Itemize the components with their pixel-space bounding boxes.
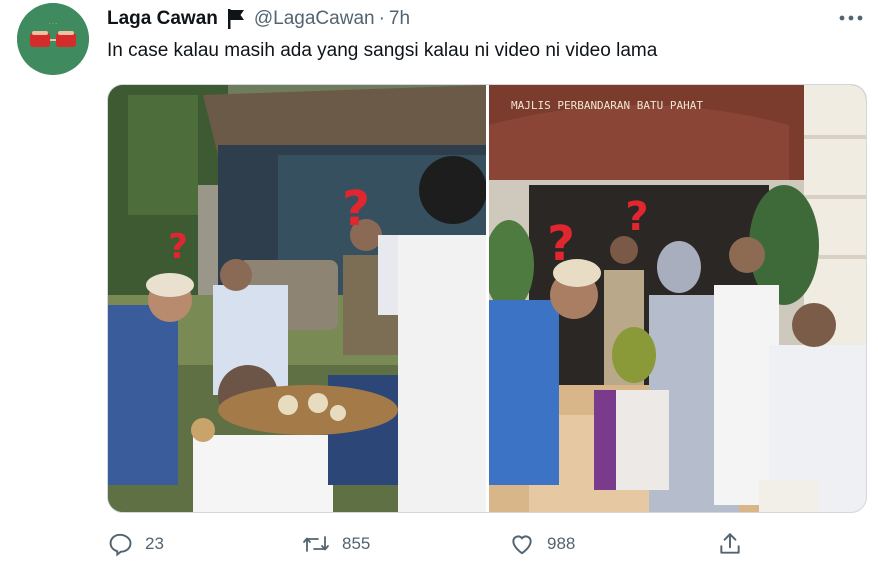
display-name[interactable]: Laga Cawan bbox=[107, 8, 218, 30]
like-button[interactable]: 988 bbox=[509, 528, 575, 560]
heart-icon bbox=[509, 531, 535, 557]
tweet-header: Laga Cawan @LagaCawan · 7h bbox=[107, 6, 864, 32]
tweet-media[interactable]: ? ? MAJLIS PERBANDARAN BATU PAHAT ? ? bbox=[107, 84, 867, 513]
user-handle[interactable]: @LagaCawan bbox=[254, 8, 375, 30]
timestamp[interactable]: 7h bbox=[389, 8, 410, 30]
like-count: 988 bbox=[547, 534, 576, 553]
more-options-icon[interactable] bbox=[838, 8, 864, 28]
svg-text:?: ? bbox=[625, 194, 648, 240]
photo-right[interactable]: MAJLIS PERBANDARAN BATU PAHAT ? ? bbox=[488, 85, 867, 512]
reply-button[interactable]: 23 bbox=[107, 528, 164, 560]
share-button[interactable] bbox=[717, 528, 743, 560]
retweet-icon bbox=[302, 531, 330, 557]
separator-dot: · bbox=[378, 8, 385, 29]
flag-icon bbox=[226, 8, 246, 30]
tweet-text: In case kalau masih ada yang sangsi kala… bbox=[107, 40, 658, 61]
reply-icon bbox=[107, 531, 133, 557]
svg-text:· · ·: · · · bbox=[49, 21, 57, 27]
avatar[interactable]: · · · bbox=[17, 3, 89, 75]
retweet-button[interactable]: 855 bbox=[302, 528, 370, 560]
share-icon bbox=[717, 531, 743, 557]
svg-text:?: ? bbox=[342, 181, 370, 237]
svg-text:?: ? bbox=[547, 216, 575, 272]
photo-left[interactable]: ? ? bbox=[108, 85, 486, 512]
avatar-logo-icon: · · · bbox=[17, 3, 89, 75]
retweet-count: 855 bbox=[342, 534, 371, 553]
tweet-actions: 23 855 988 bbox=[107, 528, 747, 560]
building-sign: MAJLIS PERBANDARAN BATU PAHAT bbox=[510, 99, 702, 112]
reply-count: 23 bbox=[145, 534, 164, 553]
svg-text:?: ? bbox=[168, 227, 188, 267]
